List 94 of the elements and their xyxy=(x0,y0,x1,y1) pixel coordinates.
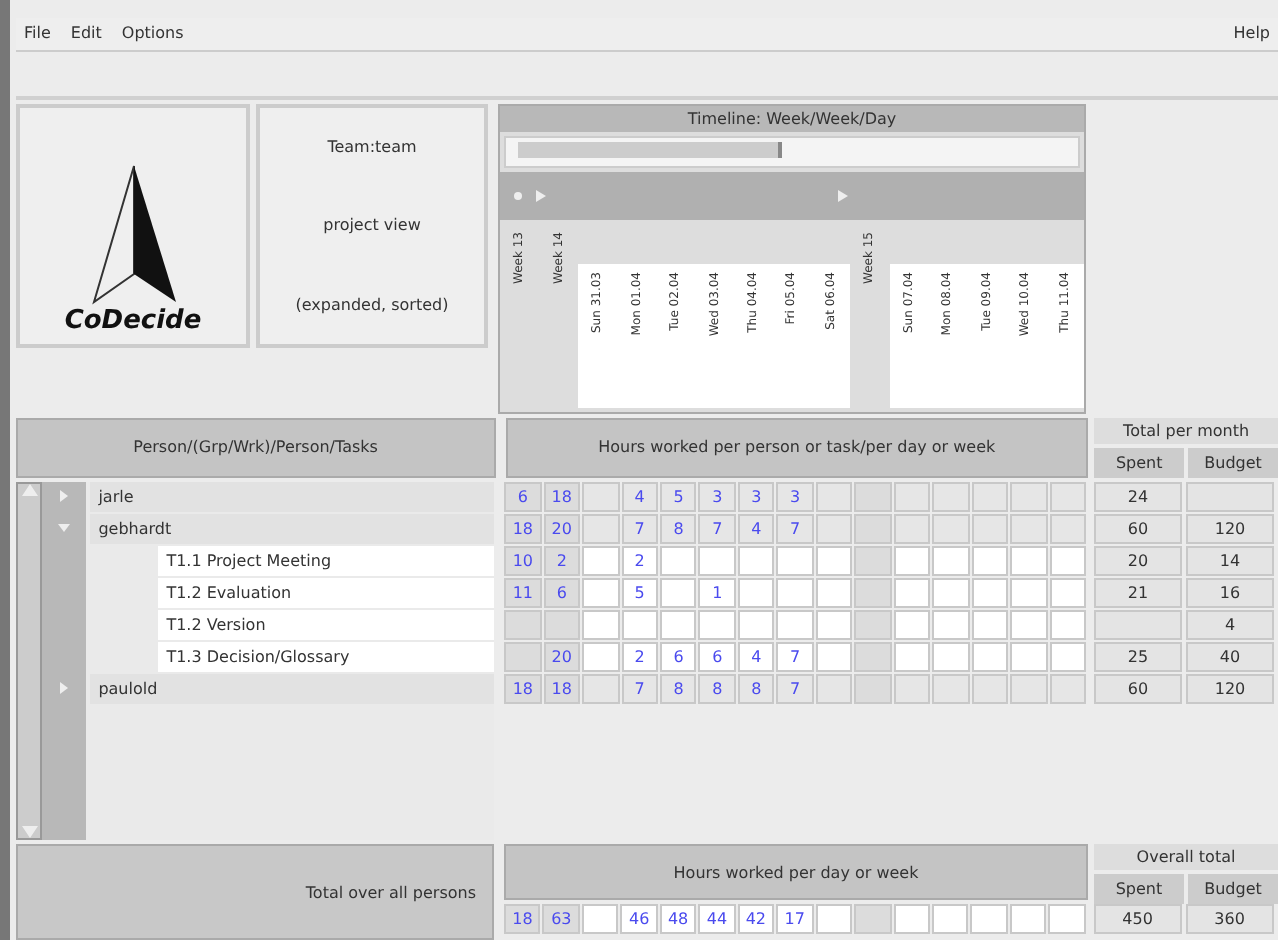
hours-cell: 7 xyxy=(776,673,814,704)
hours-cell: 6 xyxy=(660,641,697,672)
budget-value: 14 xyxy=(1186,545,1274,576)
hours-cell: 5 xyxy=(660,481,697,512)
hours-cell: 2 xyxy=(621,641,659,672)
hours-cell: 2 xyxy=(621,545,659,576)
hours-cell: 3 xyxy=(737,481,775,512)
hours-cell: 7 xyxy=(621,673,659,704)
task-name[interactable]: T1.3 Decision/Glossary xyxy=(158,641,495,672)
hours-cell: 46 xyxy=(620,904,658,935)
logo-text: CoDecide xyxy=(64,305,202,336)
caret-right-icon xyxy=(58,682,71,695)
spent-value: 450 xyxy=(1093,904,1182,935)
hours-cell: 6 xyxy=(543,577,581,608)
hours-cell: 3 xyxy=(698,481,736,512)
hours-cell: 3 xyxy=(776,481,814,512)
menu-item[interactable]: Options xyxy=(121,24,184,43)
budget-value: 4 xyxy=(1186,609,1274,640)
spent-value: 21 xyxy=(1094,577,1182,608)
menu-item[interactable]: Help xyxy=(1233,24,1270,43)
empty-cell xyxy=(1186,481,1274,512)
tree-header: Person/(Grp/Wrk)/Person/Tasks xyxy=(16,417,496,478)
hours-cell: 6 xyxy=(698,641,736,672)
hours-cell: 17 xyxy=(776,904,814,935)
budget-value: 360 xyxy=(1185,904,1274,935)
budget-value: 120 xyxy=(1186,673,1274,704)
person-name[interactable]: paulold xyxy=(90,673,495,704)
spent-value: 60 xyxy=(1094,673,1182,704)
hours-cell: 20 xyxy=(543,513,581,544)
caret-down-icon xyxy=(58,522,71,535)
arrow-down-icon[interactable] xyxy=(21,826,38,839)
hours-cell: 18 xyxy=(543,673,581,704)
hours-cell: 1 xyxy=(698,577,736,608)
hours-cell: 18 xyxy=(504,904,541,935)
hours-cell: 18 xyxy=(504,513,542,544)
hours-cell: 48 xyxy=(659,904,697,935)
spent-value: 20 xyxy=(1094,545,1182,576)
budget-value: 40 xyxy=(1186,641,1274,672)
spent-value: 25 xyxy=(1094,641,1182,672)
task-name[interactable]: T1.1 Project Meeting xyxy=(158,545,495,576)
hours-cell: 63 xyxy=(542,904,580,935)
timeline-scrollbar[interactable] xyxy=(504,135,1080,168)
budget-header: Budget xyxy=(1188,874,1278,905)
hours-cell: 4 xyxy=(737,513,775,544)
circle-icon[interactable] xyxy=(512,189,524,202)
team-info: Team:team xyxy=(327,138,417,157)
hours-cell: 42 xyxy=(737,904,775,935)
hours-cell: 18 xyxy=(543,481,581,512)
caret-right-icon[interactable] xyxy=(536,189,546,202)
hours-cell: 44 xyxy=(698,904,736,935)
hours-header: Hours worked per person or task/per day or week xyxy=(505,417,1089,478)
hours-cell: 4 xyxy=(737,641,775,672)
logo-arrow-icon xyxy=(87,161,179,306)
task-name[interactable]: T1.2 Version xyxy=(158,609,495,640)
empty-cell xyxy=(1094,609,1182,640)
hours-cell: 20 xyxy=(543,641,581,672)
caret-right-icon xyxy=(58,490,71,503)
hours-cell: 7 xyxy=(698,513,736,544)
hours-cell: 7 xyxy=(776,513,814,544)
total-label: Total over all persons xyxy=(16,844,494,940)
caret-right-icon[interactable] xyxy=(838,189,848,202)
menu-item[interactable]: Edit xyxy=(70,24,102,43)
hours-cell: 7 xyxy=(776,641,814,672)
totals-title: Overall total xyxy=(1094,844,1278,871)
hours-cell: 8 xyxy=(660,673,697,704)
timeline-title: Timeline: Week/Week/Day xyxy=(500,105,1084,132)
hours-cell: 5 xyxy=(621,577,659,608)
spent-value: 60 xyxy=(1094,513,1182,544)
hours-cell: 4 xyxy=(621,481,659,512)
hours-cell: 7 xyxy=(621,513,659,544)
task-name[interactable]: T1.2 Evaluation xyxy=(158,577,495,608)
budget-value: 120 xyxy=(1186,513,1274,544)
hours-cell: 8 xyxy=(660,513,697,544)
hours-cell: 2 xyxy=(543,545,581,576)
budget-value: 16 xyxy=(1186,577,1274,608)
hours-cell: 11 xyxy=(504,577,542,608)
totals-title: Total per month xyxy=(1094,417,1278,444)
vertical-scrollbar[interactable] xyxy=(16,481,43,841)
hours-cell: 8 xyxy=(737,673,775,704)
spent-header: Spent xyxy=(1094,447,1185,478)
person-name[interactable]: gebhardt xyxy=(90,513,495,544)
spent-value: 24 xyxy=(1094,481,1182,512)
arrow-up-icon[interactable] xyxy=(21,483,38,496)
team-info: (expanded, sorted) xyxy=(295,295,449,314)
hours-cell: 10 xyxy=(504,545,542,576)
hours-cell: 8 xyxy=(698,673,736,704)
person-name[interactable]: jarle xyxy=(90,481,495,512)
hours-cell: 18 xyxy=(504,673,542,704)
hours-header: Hours worked per day or week xyxy=(504,844,1088,901)
team-info: project view xyxy=(323,216,421,235)
menu-item[interactable]: File xyxy=(24,24,51,43)
spent-header: Spent xyxy=(1094,874,1184,905)
budget-header: Budget xyxy=(1188,447,1278,478)
hours-cell: 6 xyxy=(504,481,542,512)
